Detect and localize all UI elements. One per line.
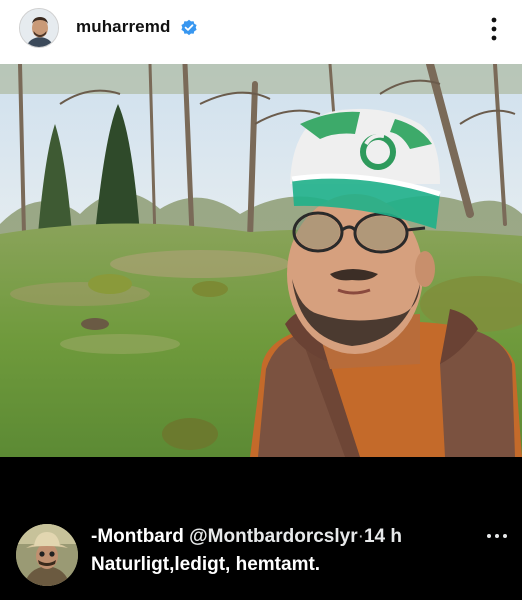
tweet-text: Naturligt,ledigt, hemtamt. [91, 554, 321, 575]
tweet-meta-line: -Montbard @Montbardorcslyr·14 h [91, 526, 402, 548]
more-horizontal-icon[interactable] [486, 532, 508, 540]
post-header: muharremd [0, 0, 522, 64]
selfie-in-forest-image [0, 64, 522, 457]
post-photo[interactable] [0, 64, 522, 457]
more-vertical-icon[interactable] [484, 16, 504, 42]
tweet-avatar[interactable] [16, 524, 78, 586]
tweet-card[interactable]: -Montbard @Montbardorcslyr·14 h Naturlig… [0, 458, 522, 600]
avatar-image [20, 9, 58, 47]
username[interactable]: muharremd [76, 17, 170, 37]
tweet-timestamp[interactable]: 14 h [364, 526, 402, 547]
tweet-display-name[interactable]: -Montbard [91, 526, 184, 547]
verified-badge-icon [181, 19, 197, 36]
tweet-avatar-image [16, 524, 78, 586]
avatar[interactable] [19, 8, 59, 48]
tweet-handle[interactable]: @Montbardorcslyr [189, 526, 357, 547]
